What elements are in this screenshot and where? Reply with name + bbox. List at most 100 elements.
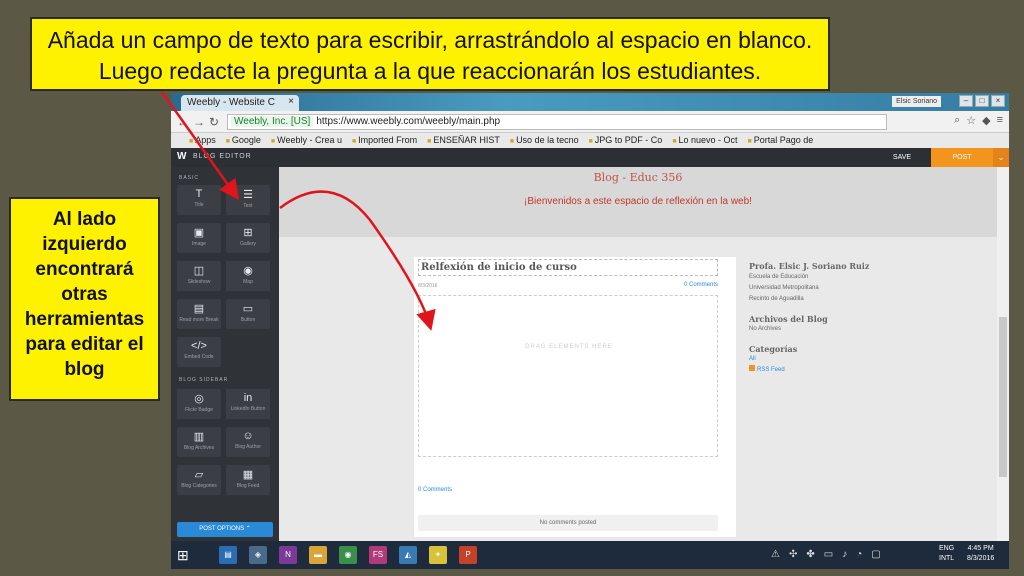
secure-badge: Weebly, Inc. [US]: [231, 116, 314, 127]
forward-icon[interactable]: →: [193, 115, 205, 129]
lightbulb-icon[interactable]: ✦: [429, 546, 447, 564]
app-icon[interactable]: ▤: [219, 546, 237, 564]
close-window-icon[interactable]: ×: [991, 95, 1005, 107]
onenote-icon[interactable]: N: [279, 546, 297, 564]
tool-label: Slideshow: [187, 279, 211, 285]
section-heading-basic: BASIC: [179, 175, 200, 181]
network-icon[interactable]: ✣: [789, 549, 797, 560]
tool-blog-categories[interactable]: ▱ Blog Categories: [177, 465, 221, 495]
tool-gallery[interactable]: ⊞ Gallery: [226, 223, 270, 253]
system-tray: ⚠ ✣ ✤ ▭ ♪ ◔ ▢: [771, 549, 881, 560]
user-profile-chip[interactable]: Elsic Soriano: [892, 96, 941, 107]
save-button[interactable]: SAVE: [873, 148, 931, 167]
tool-title[interactable]: T Title: [177, 185, 221, 215]
reload-icon[interactable]: ↻: [209, 115, 219, 129]
app-icon[interactable]: ◭: [399, 546, 417, 564]
post-button[interactable]: POST: [931, 148, 993, 167]
rss-feed-link[interactable]: RSS Feed: [749, 365, 879, 376]
tool-linkedin-button[interactable]: in LinkedIn Button: [226, 389, 270, 419]
volume-icon[interactable]: ♪: [842, 549, 847, 560]
blog-post: Relfexión de inicio de curso 8/3/2016 0 …: [414, 257, 736, 537]
post-options-button[interactable]: POST OPTIONS ⌃: [177, 522, 273, 537]
tool-read-more[interactable]: ▤ Read more Break: [177, 299, 221, 329]
bookmark-item[interactable]: Weebly - Crea u: [271, 133, 342, 148]
address-bar[interactable]: Weebly, Inc. [US] https://www.weebly.com/…: [227, 114, 887, 130]
tool-button[interactable]: ▭ Button: [226, 299, 270, 329]
tool-label: Image: [192, 241, 206, 247]
read-more-icon: ▤: [193, 303, 205, 315]
clock-date: 8/3/2016: [967, 555, 995, 562]
folder-icon: ▱: [194, 469, 204, 481]
close-tab-icon[interactable]: ×: [288, 96, 294, 107]
search-icon[interactable]: ⌕: [954, 114, 960, 127]
app-icon[interactable]: FS: [369, 546, 387, 564]
clock[interactable]: 4:45 PM 8/3/2016: [967, 544, 994, 564]
comments-link[interactable]: 0 Comments: [684, 282, 718, 288]
drop-zone[interactable]: DRAG ELEMENTS HERE: [418, 295, 718, 457]
tool-slideshow[interactable]: ◫ Slideshow: [177, 261, 221, 291]
wifi-icon[interactable]: ◔: [856, 549, 862, 560]
windows-taskbar: ⊞ ▤ ◈ N ▬ ◉ FS ◭ ✦ P ⚠ ✣ ✤ ▭ ♪ ◔ ▢ ENG IN…: [171, 541, 1009, 569]
vertical-scrollbar[interactable]: [997, 167, 1009, 541]
image-icon: ▣: [193, 227, 205, 239]
chrome-icon[interactable]: ◉: [339, 546, 357, 564]
lang-layout: INTL: [939, 555, 955, 562]
bookmark-item[interactable]: Uso de la tecno: [510, 133, 579, 148]
tray-icon[interactable]: ✤: [806, 549, 814, 560]
callout-top-line1: Añada un campo de texto para escribir, a…: [47, 27, 813, 53]
battery-icon[interactable]: ▭: [824, 549, 833, 560]
folder-icon[interactable]: ▬: [309, 546, 327, 564]
bookmark-item[interactable]: Google: [226, 133, 261, 148]
category-all-link[interactable]: All: [749, 354, 879, 365]
author-name[interactable]: Profa. Elsic J. Soriano Ruiz: [749, 261, 879, 272]
tool-blog-author[interactable]: ☺ Blog Author: [226, 427, 270, 457]
weebly-logo-icon: W: [177, 151, 187, 162]
maximize-icon[interactable]: □: [975, 95, 989, 107]
bookmark-item[interactable]: Imported From: [352, 133, 417, 148]
minimize-icon[interactable]: –: [959, 95, 973, 107]
warning-icon[interactable]: ⚠: [771, 549, 780, 560]
tool-blog-archives[interactable]: ▥ Blog Archives: [177, 427, 221, 457]
tool-label: Embed Code: [184, 354, 214, 360]
archives-heading: Archivos del Blog: [749, 314, 828, 324]
window-controls: – □ ×: [959, 95, 1005, 107]
blog-name[interactable]: Blog - Educ 356: [279, 171, 997, 184]
tool-map[interactable]: ◉ Map: [226, 261, 270, 291]
windows-start-icon[interactable]: ⊞: [177, 547, 189, 564]
extension-icon[interactable]: ◆: [982, 114, 990, 127]
bookmark-item[interactable]: JPG to PDF - Co: [589, 133, 663, 148]
bookmark-item[interactable]: Apps: [189, 133, 216, 148]
post-dropdown-icon[interactable]: ⌄: [993, 148, 1009, 167]
tool-blog-feed[interactable]: ▦ Blog Feed: [226, 465, 270, 495]
feed-icon: ▦: [242, 469, 254, 481]
star-icon[interactable]: ☆: [966, 114, 976, 127]
browser-tab[interactable]: Weebly - Website C ×: [181, 95, 299, 111]
tool-image[interactable]: ▣ Image: [177, 223, 221, 253]
post-title[interactable]: Relfexión de inicio de curso: [418, 259, 718, 276]
back-icon[interactable]: ←: [177, 115, 189, 129]
title-bar: Weebly - Website C × Elsic Soriano – □ ×: [171, 93, 1009, 111]
language-indicator[interactable]: ENG INTL: [939, 544, 954, 564]
map-pin-icon: ◉: [243, 265, 253, 277]
section-heading-blog-sidebar: BLOG SIDEBAR: [179, 377, 229, 383]
menu-icon[interactable]: ≡: [997, 114, 1003, 127]
tool-label: Blog Categories: [181, 483, 217, 489]
scrollbar-thumb[interactable]: [999, 317, 1007, 477]
callout-top-line2: Luego redacte la pregunta a la que reacc…: [98, 58, 762, 84]
instruction-callout-top: Añada un campo de texto para escribir, a…: [30, 17, 830, 91]
notification-icon[interactable]: ▢: [871, 549, 880, 560]
bookmark-item[interactable]: Portal Pago de: [748, 133, 814, 148]
app-icon[interactable]: ◈: [249, 546, 267, 564]
callout-left-text: Al lado izquierdo encontrará otras herra…: [24, 209, 145, 380]
tool-flickr-badge[interactable]: ◎ Flickr Badge: [177, 389, 221, 419]
powerpoint-icon[interactable]: P: [459, 546, 477, 564]
tool-embed-code[interactable]: </> Embed Code: [177, 337, 221, 367]
bookmark-item[interactable]: ENSEÑAR HIST: [427, 133, 500, 148]
tab-title: Weebly - Website C: [187, 97, 275, 108]
navigation-bar: ← → ↻ Weebly, Inc. [US] https://www.weebl…: [171, 111, 1009, 133]
tool-label: Flickr Badge: [185, 407, 213, 413]
bookmark-item[interactable]: Lo nuevo - Oct: [672, 133, 738, 148]
tool-text[interactable]: ☰ Text: [226, 185, 270, 215]
welcome-text[interactable]: ¡Bienvenidos a este espacio de reflexión…: [279, 196, 997, 207]
comments-link-bottom[interactable]: 0 Comments: [418, 487, 452, 493]
